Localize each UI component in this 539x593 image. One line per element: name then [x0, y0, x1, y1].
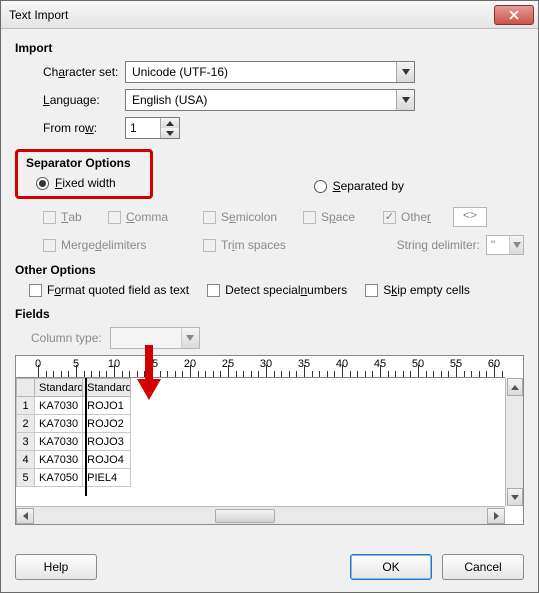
- charset-label: Character set:: [15, 65, 125, 79]
- chevron-down-icon: [396, 90, 414, 110]
- fixed-width-radio-row[interactable]: Fixed width: [36, 176, 142, 190]
- help-button[interactable]: Help: [15, 554, 97, 580]
- fromrow-spinner[interactable]: [125, 117, 180, 139]
- fixed-width-radio[interactable]: [36, 177, 49, 190]
- column-type-label: Column type:: [31, 331, 102, 345]
- col1-header[interactable]: Standard: [35, 379, 83, 397]
- preview-grid[interactable]: Standard Standard 1KA7030ROJO12KA7030ROJ…: [16, 378, 505, 496]
- chevron-down-icon: [396, 62, 414, 82]
- other-check: Other: [383, 210, 453, 224]
- format-quoted-check[interactable]: Format quoted field as text: [29, 283, 189, 297]
- semicolon-check: Semicolon: [203, 210, 303, 224]
- string-delim-select: ": [486, 235, 524, 255]
- fromrow-input[interactable]: [126, 120, 160, 136]
- fields-heading: Fields: [15, 307, 524, 321]
- string-delim-row: String delimiter: ": [363, 235, 524, 255]
- delimiter-options: Tab Comma Semicolon Space Other <> Merge…: [43, 207, 524, 255]
- vertical-scrollbar[interactable]: [505, 378, 523, 506]
- scroll-up-icon[interactable]: [507, 378, 523, 396]
- column-type-row: Column type:: [31, 327, 524, 349]
- charset-value: Unicode (UTF-16): [132, 65, 228, 79]
- table-row: 5KA7050PIEL4: [17, 469, 131, 487]
- language-select[interactable]: English (USA): [125, 89, 415, 111]
- space-check: Space: [303, 210, 383, 224]
- chevron-down-icon: [509, 236, 523, 254]
- spin-down-icon[interactable]: [161, 128, 179, 138]
- table-row: 2KA7030ROJO2: [17, 415, 131, 433]
- charset-select[interactable]: Unicode (UTF-16): [125, 61, 415, 83]
- chevron-down-icon: [181, 328, 199, 348]
- language-value: English (USA): [132, 93, 207, 107]
- fixed-width-label: Fixed width: [55, 176, 116, 190]
- ruler[interactable]: 051015202530354045505560: [16, 356, 505, 378]
- fromrow-label: From row:: [15, 121, 125, 135]
- close-button[interactable]: [494, 5, 534, 25]
- fromrow-row: From row:: [15, 117, 524, 139]
- tab-check: Tab: [43, 210, 108, 224]
- separated-by-radio-row[interactable]: Separated by: [314, 179, 404, 193]
- other-options-heading: Other Options: [15, 263, 524, 277]
- other-delimiter-input: <>: [453, 207, 487, 227]
- column-type-select: [110, 327, 200, 349]
- import-heading: Import: [15, 41, 524, 55]
- string-delim-label: String delimiter:: [397, 238, 480, 252]
- preview-table: Standard Standard 1KA7030ROJO12KA7030ROJ…: [16, 378, 131, 487]
- button-row: Help OK Cancel: [1, 544, 538, 592]
- charset-row: Character set: Unicode (UTF-16): [15, 61, 524, 83]
- window-title: Text Import: [9, 8, 494, 22]
- separator-heading: Separator Options: [26, 156, 142, 170]
- string-delim-value: ": [491, 238, 495, 252]
- spin-up-icon[interactable]: [161, 118, 179, 128]
- close-icon: [509, 10, 519, 20]
- scroll-down-icon[interactable]: [507, 488, 523, 506]
- scroll-right-icon[interactable]: [487, 508, 505, 524]
- fields-preview[interactable]: 051015202530354045505560 Standard Standa…: [15, 355, 524, 525]
- cancel-button[interactable]: Cancel: [442, 554, 524, 580]
- text-import-dialog: Text Import Import Character set: Unicod…: [0, 0, 539, 593]
- trim-check: Trim spaces: [203, 238, 363, 252]
- language-row: Language: English (USA): [15, 89, 524, 111]
- col2-header[interactable]: Standard: [83, 379, 131, 397]
- scroll-thumb[interactable]: [215, 509, 275, 523]
- other-options-row: Format quoted field as text Detect speci…: [15, 283, 524, 297]
- skip-empty-check[interactable]: Skip empty cells: [365, 283, 470, 297]
- table-row: 4KA7030ROJO4: [17, 451, 131, 469]
- merge-check: Merge delimiters: [43, 238, 203, 252]
- horizontal-scrollbar[interactable]: [16, 506, 505, 524]
- detect-special-check[interactable]: Detect special numbers: [207, 283, 347, 297]
- comma-check: Comma: [108, 210, 203, 224]
- separated-by-radio[interactable]: [314, 180, 327, 193]
- ok-button[interactable]: OK: [350, 554, 432, 580]
- scroll-left-icon[interactable]: [16, 508, 34, 524]
- table-row: 3KA7030ROJO3: [17, 433, 131, 451]
- column-split-marker[interactable]: [85, 378, 87, 496]
- language-label: Language:: [15, 93, 125, 107]
- titlebar: Text Import: [1, 1, 538, 29]
- dialog-content: Import Character set: Unicode (UTF-16) L…: [1, 29, 538, 544]
- separator-highlight-box: Separator Options Fixed width: [15, 149, 153, 199]
- separated-by-label: Separated by: [333, 179, 404, 193]
- table-row: 1KA7030ROJO1: [17, 397, 131, 415]
